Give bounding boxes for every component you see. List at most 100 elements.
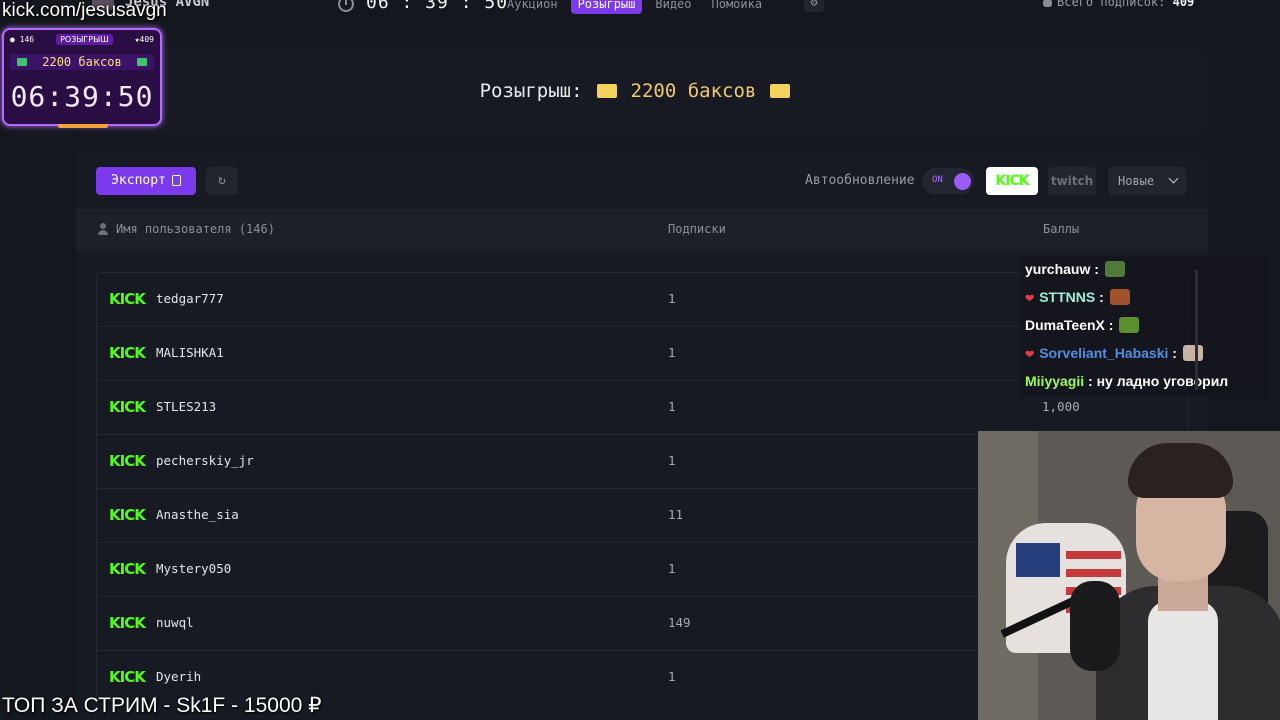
row-username: Dyerih [156, 669, 202, 684]
tab-giveaway[interactable]: Розыгрыш [570, 0, 643, 14]
row-username: Mystery050 [156, 561, 232, 576]
kick-logo-icon: KICK [109, 452, 146, 470]
money-envelope-icon [770, 84, 791, 98]
chat-message: yurchauw : [1025, 258, 1125, 280]
sort-dropdown[interactable]: Новые [1108, 167, 1186, 195]
heart-badge-icon: ❤ [1025, 349, 1035, 361]
chat-text: ну ладно уговорил [1096, 373, 1229, 389]
giveaway-title: Розыгрыш: 2200 баксов [76, 80, 1208, 102]
frog-emote-icon [1119, 317, 1140, 333]
chat-message: DumaTeenX : [1025, 314, 1140, 336]
chat-username: STTNNS [1039, 289, 1096, 305]
widget-prize: 2200 баксов [10, 54, 154, 70]
user-icon [98, 223, 108, 235]
kick-logo-icon: KICK [109, 290, 146, 308]
money-envelope-icon [596, 84, 617, 98]
sort-value: Новые [1118, 174, 1155, 188]
webcam-microphone [1070, 581, 1120, 671]
top-bar: Jesus AVGN 06 : 39 : 50 Аукцион Розыгрыш… [0, 0, 1280, 16]
row-username: nuwql [156, 615, 194, 630]
money-icon [17, 58, 28, 66]
column-user[interactable]: Имя пользователя (146) [98, 222, 275, 236]
filter-twitch-button[interactable]: twitch [1048, 167, 1096, 195]
chat-username: DumaTeenX [1025, 317, 1105, 333]
widget-participants-count: 146 [19, 35, 35, 44]
chat-overlay: yurchauw : ❤ STTNNS : DumaTeenX : ❤ Sorvel… [1020, 256, 1268, 396]
row-subs: 149 [668, 615, 691, 630]
row-subs: 1 [668, 399, 676, 414]
row-subs: 1 [668, 453, 676, 468]
row-subs: 1 [668, 291, 676, 306]
row-username: tedgar777 [156, 291, 224, 306]
subs-total: Всего подписок: 409 [1043, 0, 1194, 9]
kick-logo-icon: KICK [109, 506, 146, 524]
giveaway-timer: 06 : 39 : 50 [366, 0, 509, 13]
export-button[interactable]: Экспорт [96, 167, 196, 195]
row-subs: 1 [668, 345, 676, 360]
kick-logo-icon: KICK [109, 344, 146, 362]
toggle-state: ON [932, 175, 943, 185]
main-nav: Аукцион Розыгрыш Видео Помойка [500, 0, 769, 14]
giveaway-widget: ● 146 РОЗЫГРЫШ ★409 2200 баксов 06:39:50 [2, 28, 162, 128]
heart-badge-icon: ❤ [1025, 293, 1035, 305]
chat-message: ❤ STTNNS : [1025, 286, 1130, 308]
autoupdate-label: Автообновление [805, 173, 915, 188]
refresh-button[interactable]: ↻ [206, 167, 238, 195]
webcam-person-shirt [1148, 601, 1218, 720]
column-subs[interactable]: Подписки [668, 222, 726, 236]
giveaway-title-card: Розыгрыш: 2200 баксов [76, 50, 1208, 134]
row-subs: 1 [668, 561, 676, 576]
toggle-knob [954, 173, 971, 190]
kick-logo-icon: KICK [109, 668, 146, 686]
tab-auction[interactable]: Аукцион [500, 0, 565, 14]
widget-prize-text: 2200 баксов [42, 55, 122, 69]
row-subs: 11 [668, 507, 684, 522]
chevron-down-icon [1168, 173, 1179, 184]
giveaway-title-prefix: Розыгрыш: [479, 80, 583, 102]
kick-logo-icon: KICK [109, 398, 146, 416]
user-icon [1043, 0, 1052, 7]
webcam-feed [978, 431, 1280, 720]
widget-accent [58, 124, 108, 128]
export-icon [171, 175, 181, 186]
filter-kick-button[interactable]: KICK [986, 167, 1038, 195]
column-points[interactable]: Баллы [1043, 222, 1079, 236]
row-points: 1,000 [1042, 399, 1080, 414]
widget-header: ● 146 РОЗЫГРЫШ ★409 [10, 34, 154, 45]
kick-logo-icon: KICK [109, 614, 146, 632]
subs-total-value: 409 [1172, 0, 1195, 9]
chat-message: ❤ Sorveliant_Habaski : [1025, 342, 1203, 364]
webcam-person-hair [1128, 443, 1233, 498]
face-emote-icon [1109, 289, 1130, 305]
widget-participants: ● 146 [10, 35, 35, 44]
row-username: Anasthe_sia [156, 507, 239, 522]
row-username: MALISHKA1 [156, 345, 224, 360]
gear-icon: ⚙ [810, 0, 818, 9]
row-username: pecherskiy_jr [156, 453, 254, 468]
top-donator-banner: ТОП ЗА СТРИМ - Sk1F - 15000 ₽ [2, 694, 322, 717]
widget-subs-count: 409 [139, 35, 154, 44]
chat-username: yurchauw [1025, 261, 1091, 277]
tab-video[interactable]: Видео [648, 0, 698, 14]
subs-total-label: Всего подписок: [1057, 0, 1166, 9]
row-username: STLES213 [156, 399, 217, 414]
tab-trash[interactable]: Помойка [705, 0, 770, 14]
chat-username: Miiyyagii [1025, 373, 1085, 389]
clock-icon [338, 0, 354, 12]
export-label: Экспорт [111, 173, 166, 188]
giveaway-prize: 2200 баксов [630, 80, 757, 102]
autoupdate-toggle[interactable]: ON [922, 168, 974, 194]
refresh-icon: ↻ [218, 173, 226, 188]
money-icon [136, 58, 147, 66]
kick-logo-icon: KICK [109, 560, 146, 578]
kick-url-overlay: kick.com/jesusavgn [2, 0, 167, 21]
chat-scrollbar [1195, 270, 1198, 390]
chat-username: Sorveliant_Habaski [1039, 345, 1169, 361]
widget-subs: ★409 [134, 35, 154, 44]
widget-tag: РОЗЫГРЫШ [56, 34, 113, 45]
column-user-label: Имя пользователя (146) [116, 222, 275, 236]
frog-emote-icon [1104, 261, 1125, 277]
row-subs: 1 [668, 669, 676, 684]
settings-button[interactable]: ⚙ [804, 0, 824, 12]
widget-timer: 06:39:50 [10, 80, 154, 113]
